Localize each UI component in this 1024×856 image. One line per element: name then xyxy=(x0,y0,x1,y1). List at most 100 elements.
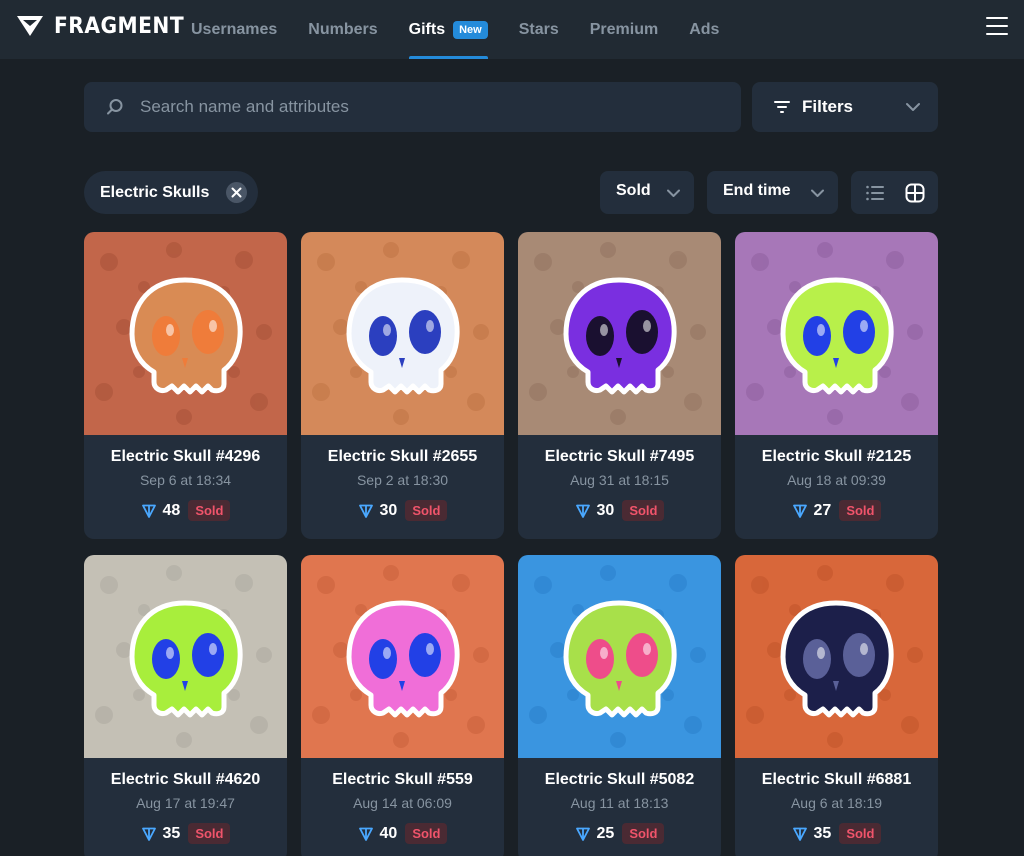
sort-dropdown[interactable]: End time xyxy=(707,171,838,214)
remove-filter-button[interactable] xyxy=(226,182,247,203)
nav-stars[interactable]: Stars xyxy=(519,0,559,59)
gift-date: Sep 2 at 18:30 xyxy=(356,472,449,488)
gift-image xyxy=(301,555,504,758)
gift-date: Aug 31 at 18:15 xyxy=(570,472,669,488)
skull-gift-icon xyxy=(518,232,721,435)
skull-gift-icon xyxy=(84,232,287,435)
gift-card[interactable]: Electric Skull #2125 Aug 18 at 09:39 27 S… xyxy=(735,232,938,539)
gift-card[interactable]: Electric Skull #6881 Aug 6 at 18:19 35 So… xyxy=(735,555,938,856)
filter-tag-label: Electric Skulls xyxy=(100,183,210,201)
gift-price-row: 25 Sold xyxy=(518,823,721,844)
gift-image xyxy=(301,232,504,435)
gift-price-row: 35 Sold xyxy=(84,823,287,844)
gift-title: Electric Skull #559 xyxy=(332,771,473,788)
list-view-icon xyxy=(866,185,884,201)
gift-title: Electric Skull #2655 xyxy=(327,448,478,465)
logo-text: FRAGMENT xyxy=(54,13,185,39)
gift-price: 35 xyxy=(162,824,181,842)
gift-date: Aug 18 at 09:39 xyxy=(787,472,886,488)
filters-label: Filters xyxy=(802,97,854,116)
skull-gift-icon xyxy=(518,555,721,758)
ton-icon xyxy=(792,827,807,841)
gift-date: Aug 17 at 19:47 xyxy=(136,795,235,811)
gift-image xyxy=(518,232,721,435)
list-view-button[interactable] xyxy=(853,171,896,214)
search-icon xyxy=(107,99,123,115)
nav-label: Gifts xyxy=(408,20,446,38)
gift-card[interactable]: Electric Skull #7495 Aug 31 at 18:15 30 S… xyxy=(518,232,721,539)
nav-numbers[interactable]: Numbers xyxy=(308,0,377,59)
gift-date: Aug 11 at 18:13 xyxy=(570,795,669,811)
gift-title: Electric Skull #5082 xyxy=(544,771,695,788)
ton-icon xyxy=(575,827,590,841)
grid-view-button[interactable] xyxy=(893,171,936,214)
nav-premium[interactable]: Premium xyxy=(590,0,658,59)
sold-badge: Sold xyxy=(188,500,231,521)
new-badge: New xyxy=(453,20,488,39)
gift-price-row: 30 Sold xyxy=(518,500,721,521)
gift-image xyxy=(84,232,287,435)
fragment-logo[interactable]: FRAGMENT xyxy=(16,13,195,39)
ton-icon xyxy=(575,504,590,518)
skull-gift-icon xyxy=(301,232,504,435)
gift-card[interactable]: Electric Skull #559 Aug 14 at 06:09 40 So… xyxy=(301,555,504,856)
sold-badge: Sold xyxy=(188,823,231,844)
gift-price: 35 xyxy=(813,824,832,842)
ton-icon xyxy=(141,504,156,518)
gift-image xyxy=(518,555,721,758)
sold-badge: Sold xyxy=(839,500,882,521)
gift-title: Electric Skull #2125 xyxy=(761,448,912,465)
nav-label: Numbers xyxy=(308,20,378,38)
nav-label: Premium xyxy=(589,20,659,38)
gift-date: Aug 6 at 18:19 xyxy=(790,795,883,811)
nav-usernames[interactable]: Usernames xyxy=(191,0,277,59)
gift-image xyxy=(735,232,938,435)
gift-title: Electric Skull #4296 xyxy=(110,448,261,465)
status-dropdown-label: Sold xyxy=(616,182,651,199)
grid-view-icon xyxy=(905,183,925,203)
gift-image xyxy=(84,555,287,758)
chevron-down-icon xyxy=(811,189,824,197)
gift-price: 25 xyxy=(596,824,615,842)
filters-button[interactable]: Filters xyxy=(752,82,938,132)
gift-price-row: 27 Sold xyxy=(735,500,938,521)
gift-price-row: 40 Sold xyxy=(301,823,504,844)
gift-price-row: 30 Sold xyxy=(301,500,504,521)
active-filter-tag: Electric Skulls xyxy=(84,171,258,214)
nav-label: Stars xyxy=(518,20,559,38)
skull-gift-icon xyxy=(301,555,504,758)
gift-card[interactable]: Electric Skull #2655 Sep 2 at 18:30 30 So… xyxy=(301,232,504,539)
sold-badge: Sold xyxy=(839,823,882,844)
nav-label: Usernames xyxy=(191,20,278,38)
close-icon xyxy=(231,187,242,198)
status-dropdown[interactable]: Sold xyxy=(600,171,694,214)
gift-price-row: 35 Sold xyxy=(735,823,938,844)
skull-gift-icon xyxy=(735,555,938,758)
sold-badge: Sold xyxy=(405,500,448,521)
gift-image xyxy=(735,555,938,758)
search-input[interactable] xyxy=(140,82,720,132)
gift-card[interactable]: Electric Skull #4296 Sep 6 at 18:34 48 So… xyxy=(84,232,287,539)
sold-badge: Sold xyxy=(622,500,665,521)
gift-date: Sep 6 at 18:34 xyxy=(139,472,232,488)
ton-icon xyxy=(792,504,807,518)
nav-label: Ads xyxy=(689,20,720,38)
gift-card[interactable]: Electric Skull #4620 Aug 17 at 19:47 35 S… xyxy=(84,555,287,856)
sold-badge: Sold xyxy=(405,823,448,844)
search-bar xyxy=(84,82,741,132)
sort-dropdown-label: End time xyxy=(723,182,791,199)
gift-price: 48 xyxy=(162,501,181,519)
gift-price: 30 xyxy=(596,501,615,519)
ton-icon xyxy=(358,504,373,518)
view-toggle xyxy=(851,171,938,214)
gift-title: Electric Skull #4620 xyxy=(110,771,261,788)
nav-gifts[interactable]: Gifts New xyxy=(408,0,488,59)
sold-badge: Sold xyxy=(622,823,665,844)
gift-card[interactable]: Electric Skull #5082 Aug 11 at 18:13 25 S… xyxy=(518,555,721,856)
gift-price: 30 xyxy=(379,501,398,519)
skull-gift-icon xyxy=(735,232,938,435)
hamburger-menu-icon[interactable] xyxy=(986,17,1008,35)
gift-title: Electric Skull #7495 xyxy=(544,448,695,465)
chevron-down-icon xyxy=(667,189,680,197)
nav-ads[interactable]: Ads xyxy=(689,0,719,59)
